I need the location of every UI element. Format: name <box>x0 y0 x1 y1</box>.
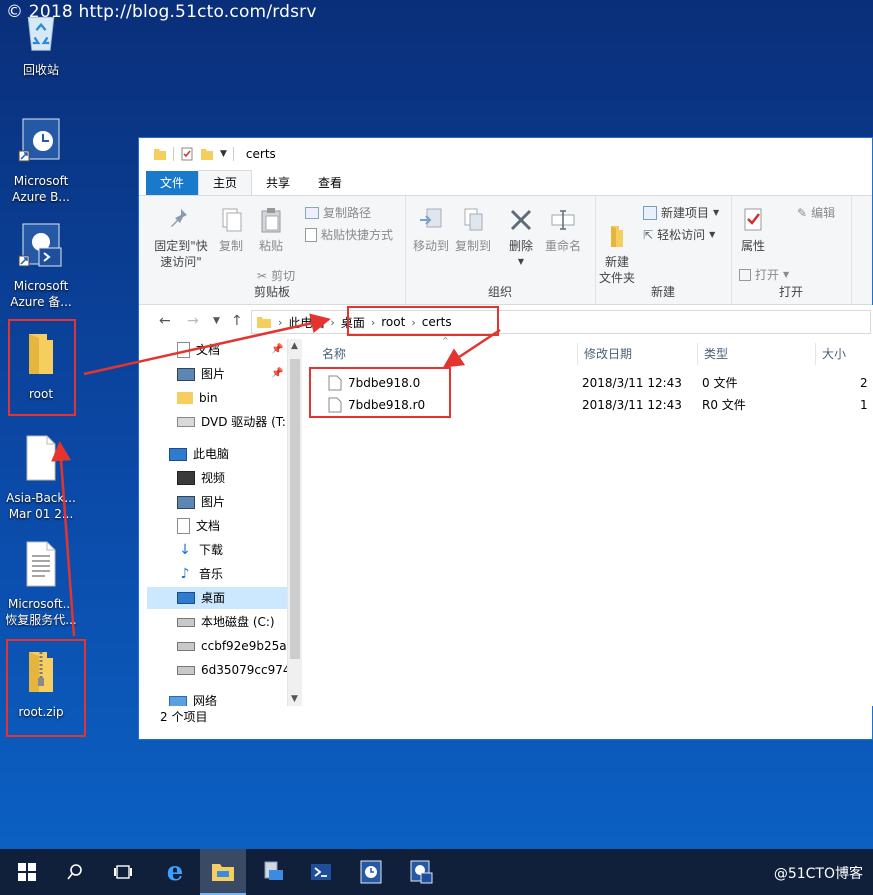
windows-logo-icon <box>18 863 36 881</box>
azure-powershell-icon <box>410 860 433 884</box>
server-manager-icon <box>264 861 283 880</box>
search-button[interactable] <box>52 849 98 895</box>
search-icon <box>67 864 82 880</box>
taskbar-azure-powershell[interactable] <box>398 849 444 895</box>
task-view-button[interactable] <box>100 849 146 895</box>
taskbar-file-explorer[interactable] <box>200 849 246 895</box>
task-view-icon <box>114 865 132 879</box>
taskbar-powershell[interactable] <box>298 849 344 895</box>
arrow-zip-to-root <box>51 441 76 637</box>
internet-explorer-icon: e <box>166 857 184 887</box>
annotation-arrows <box>51 313 501 637</box>
taskbar-ie[interactable]: e <box>152 849 198 895</box>
file-explorer-icon <box>212 864 234 881</box>
taskbar: e @51CTO博客 <box>0 849 873 895</box>
taskbar-azure-backup[interactable] <box>348 849 394 895</box>
start-button[interactable] <box>4 849 50 895</box>
taskbar-server-manager[interactable] <box>250 849 296 895</box>
watermark-brand: @51CTO博客 <box>773 866 863 882</box>
arrow-root-to-addressbar <box>83 313 331 376</box>
azure-backup-icon <box>360 860 382 884</box>
arrow-addressbar-to-files <box>442 328 501 368</box>
powershell-icon <box>311 864 331 880</box>
